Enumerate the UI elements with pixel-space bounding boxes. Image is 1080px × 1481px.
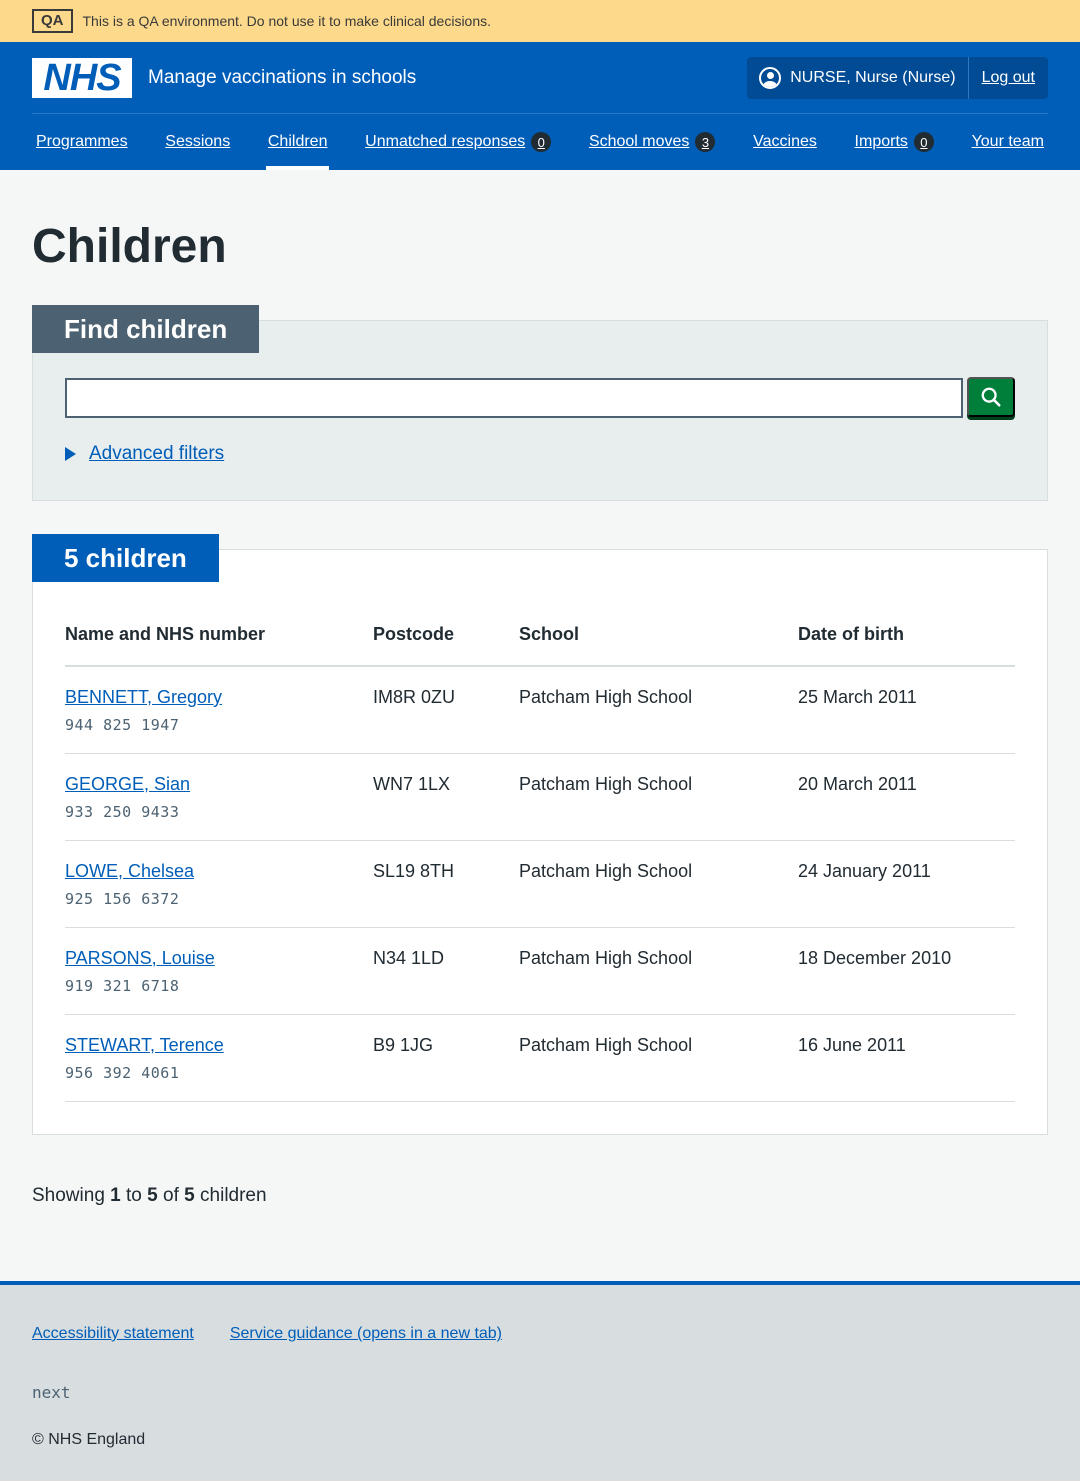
pagination-total: 5 bbox=[184, 1185, 195, 1206]
nav-item-label: School moves bbox=[588, 133, 690, 150]
dob-cell: 16 June 2011 bbox=[798, 1014, 1015, 1102]
column-header: School bbox=[519, 620, 798, 667]
pagination-to: 5 bbox=[147, 1185, 158, 1206]
footer-version: next bbox=[32, 1383, 71, 1402]
column-header: Name and NHS number bbox=[65, 620, 373, 667]
nhs-number: 933 250 9433 bbox=[65, 802, 180, 821]
account-user-name: NURSE, Nurse (Nurse) bbox=[790, 68, 956, 86]
column-header: Postcode bbox=[373, 620, 519, 667]
postcode-cell: SL19 8TH bbox=[373, 840, 519, 928]
nhs-logo[interactable]: NHS bbox=[32, 57, 132, 98]
nav-item-vaccines[interactable]: Vaccines bbox=[751, 114, 819, 170]
account-user: NURSE, Nurse (Nurse) bbox=[747, 56, 969, 99]
pagination-text: children bbox=[200, 1185, 267, 1206]
name-cell: BENNETT, Gregory 944 825 1947 bbox=[65, 666, 373, 754]
advanced-filters-link[interactable]: Advanced filters bbox=[89, 443, 224, 465]
account-panel: NURSE, Nurse (Nurse) Log out bbox=[747, 56, 1048, 99]
dob-cell: 20 March 2011 bbox=[798, 753, 1015, 841]
count-badge: 0 bbox=[531, 132, 552, 152]
school-cell: Patcham High School bbox=[519, 753, 798, 841]
postcode-cell: IM8R 0ZU bbox=[373, 666, 519, 754]
user-icon bbox=[759, 66, 782, 89]
child-link[interactable]: STEWART, Terence bbox=[65, 1035, 224, 1055]
pagination-text: to bbox=[126, 1185, 142, 1206]
school-cell: Patcham High School bbox=[519, 1014, 798, 1102]
pagination-from: 1 bbox=[110, 1185, 121, 1206]
footer: Accessibility statement Service guidance… bbox=[0, 1281, 1080, 1481]
results-card: 5 children Name and NHS number Postcode … bbox=[32, 534, 1048, 1135]
nhs-number: 944 825 1947 bbox=[65, 716, 180, 734]
child-link[interactable]: LOWE, Chelsea bbox=[65, 861, 194, 881]
footer-copyright: © NHS England bbox=[32, 1431, 146, 1448]
table-row: BENNETT, Gregory 944 825 1947 IM8R 0ZU Pa… bbox=[65, 666, 1015, 754]
nhs-number: 956 392 4061 bbox=[65, 1063, 180, 1082]
table-row: STEWART, Terence 956 392 4061 B9 1JG Patc… bbox=[65, 1014, 1015, 1102]
results-heading: 5 children bbox=[32, 534, 219, 582]
nav-item-label: Unmatched responses bbox=[365, 133, 526, 150]
column-header: Date of birth bbox=[798, 620, 1015, 667]
pagination-text: of bbox=[163, 1185, 179, 1206]
nav-item-label: Vaccines bbox=[753, 133, 817, 150]
accessibility-statement-link[interactable]: Accessibility statement bbox=[32, 1325, 194, 1343]
count-badge: 3 bbox=[695, 132, 716, 152]
nav-item-sessions[interactable]: Sessions bbox=[163, 114, 232, 170]
name-cell: PARSONS, Louise 919 321 6718 bbox=[65, 927, 373, 1015]
find-children-card: Find children Advanced filters bbox=[32, 305, 1048, 501]
nav-item-children[interactable]: Children bbox=[265, 114, 330, 170]
nav-item-label: Sessions bbox=[165, 133, 231, 150]
nhs-number: 919 321 6718 bbox=[65, 976, 180, 995]
dob-cell: 18 December 2010 bbox=[798, 927, 1015, 1015]
postcode-cell: N34 1LD bbox=[373, 927, 519, 1015]
advanced-filters-toggle[interactable]: Advanced filters bbox=[65, 443, 224, 465]
table-row: GEORGE, Sian 933 250 9433 WN7 1LX Patcham… bbox=[65, 753, 1015, 841]
page-title: Children bbox=[32, 220, 227, 273]
search-button[interactable] bbox=[967, 377, 1015, 417]
table-header-row: Name and NHS number Postcode School Date… bbox=[65, 620, 1015, 667]
child-link[interactable]: PARSONS, Louise bbox=[65, 948, 215, 968]
table-row: PARSONS, Louise 919 321 6718 N34 1LD Patc… bbox=[65, 927, 1015, 1015]
nav-item-label: Children bbox=[267, 133, 328, 150]
child-link[interactable]: BENNETT, Gregory bbox=[65, 687, 222, 707]
service-guidance-link[interactable]: Service guidance (opens in a new tab) bbox=[230, 1325, 502, 1343]
nhs-number: 925 156 6372 bbox=[65, 889, 180, 908]
triangle-right-icon bbox=[65, 447, 76, 461]
table-row: LOWE, Chelsea 925 156 6372 SL19 8TH Patch… bbox=[65, 840, 1015, 928]
name-cell: GEORGE, Sian 933 250 9433 bbox=[65, 753, 373, 841]
footer-links: Accessibility statement Service guidance… bbox=[32, 1325, 502, 1343]
service-name[interactable]: Manage vaccinations in schools bbox=[148, 67, 416, 89]
name-cell: STEWART, Terence 956 392 4061 bbox=[65, 1014, 373, 1102]
qa-message: This is a QA environment. Do not use it … bbox=[82, 13, 492, 29]
logout-link[interactable]: Log out bbox=[969, 69, 1048, 87]
qa-banner: QA This is a QA environment. Do not use … bbox=[0, 0, 1080, 42]
child-link[interactable]: GEORGE, Sian bbox=[65, 774, 190, 794]
postcode-cell: B9 1JG bbox=[373, 1014, 519, 1102]
children-table: Name and NHS number Postcode School Date… bbox=[65, 620, 1015, 1102]
find-children-heading: Find children bbox=[32, 305, 260, 353]
school-cell: Patcham High School bbox=[519, 666, 798, 754]
nav-item-label: Programmes bbox=[36, 133, 128, 150]
nav-item-school-moves[interactable]: School moves 3 bbox=[587, 114, 718, 170]
count-badge: 0 bbox=[913, 132, 934, 152]
search-icon bbox=[981, 387, 1001, 407]
nav-item-unmatched-responses[interactable]: Unmatched responses 0 bbox=[363, 114, 553, 170]
dob-cell: 25 March 2011 bbox=[798, 666, 1015, 754]
name-cell: LOWE, Chelsea 925 156 6372 bbox=[65, 840, 373, 928]
pagination-info: Showing 1 to 5 of 5 children bbox=[32, 1185, 267, 1207]
school-cell: Patcham High School bbox=[519, 840, 798, 928]
dob-cell: 24 January 2011 bbox=[798, 840, 1015, 928]
nav-item-your-team[interactable]: Your team bbox=[970, 114, 1046, 170]
pagination-text: Showing bbox=[32, 1185, 105, 1206]
primary-nav: Programmes Sessions Children Unmatched r… bbox=[2, 114, 1078, 170]
header-top: NHS Manage vaccinations in schools NURSE… bbox=[32, 42, 1048, 114]
search-input[interactable] bbox=[65, 378, 963, 418]
nav-item-programmes[interactable]: Programmes bbox=[34, 114, 130, 170]
postcode-cell: WN7 1LX bbox=[373, 753, 519, 841]
nav-item-imports[interactable]: Imports 0 bbox=[853, 114, 936, 170]
nav-item-label: Imports bbox=[854, 133, 908, 150]
school-cell: Patcham High School bbox=[519, 927, 798, 1015]
qa-tag: QA bbox=[32, 9, 73, 33]
header: NHS Manage vaccinations in schools NURSE… bbox=[0, 42, 1080, 170]
nav-item-label: Your team bbox=[971, 133, 1044, 150]
